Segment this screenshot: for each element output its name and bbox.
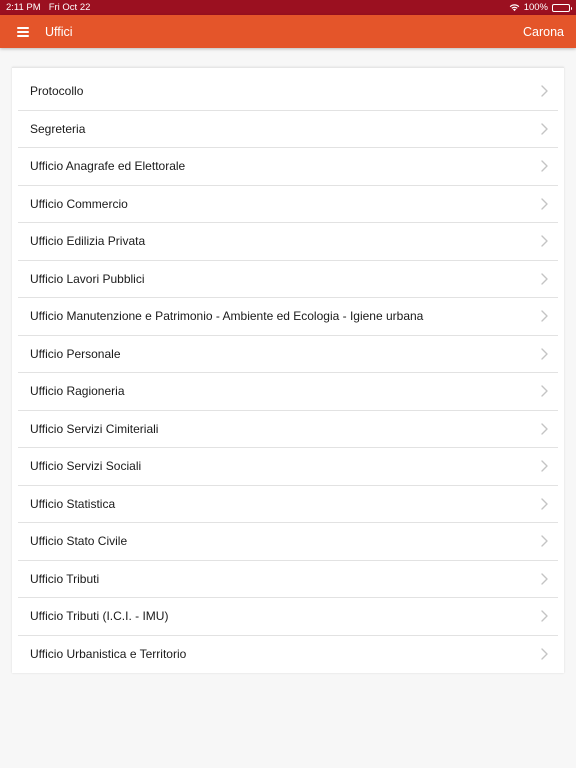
list-item-label: Ufficio Stato Civile bbox=[30, 534, 128, 549]
list-item-label: Ufficio Manutenzione e Patrimonio - Ambi… bbox=[30, 309, 424, 324]
chevron-right-icon bbox=[541, 348, 548, 360]
status-date: Fri Oct 22 bbox=[48, 2, 91, 13]
list-item[interactable]: Ufficio Tributi bbox=[18, 561, 558, 598]
chevron-right-icon bbox=[541, 198, 548, 210]
list-item[interactable]: Ufficio Anagrafe ed Elettorale bbox=[18, 148, 558, 186]
chevron-right-icon bbox=[541, 160, 548, 172]
chevron-right-icon bbox=[541, 610, 548, 622]
list-item-label: Ufficio Lavori Pubblici bbox=[30, 271, 145, 286]
list-item[interactable]: Ufficio Manutenzione e Patrimonio - Ambi… bbox=[18, 298, 558, 336]
list-item-label: Ufficio Anagrafe ed Elettorale bbox=[30, 159, 186, 174]
page-title: Uffici bbox=[45, 24, 73, 39]
list-item-label: Ufficio Personale bbox=[30, 346, 121, 361]
chevron-right-icon bbox=[541, 648, 548, 660]
chevron-right-icon bbox=[541, 85, 548, 97]
list-item[interactable]: Ufficio Ragioneria bbox=[18, 373, 558, 411]
status-bar: 2:11 PM Fri Oct 22 100% bbox=[0, 0, 576, 15]
chevron-right-icon bbox=[541, 310, 548, 322]
list-item-label: Ufficio Urbanistica e Territorio bbox=[30, 647, 187, 662]
list-item[interactable]: Ufficio Commercio bbox=[18, 186, 558, 223]
list-item-label: Ufficio Ragioneria bbox=[30, 384, 125, 399]
app-bar: Uffici Carona bbox=[0, 15, 576, 48]
list-item[interactable]: Ufficio Statistica bbox=[18, 486, 558, 523]
chevron-right-icon bbox=[541, 460, 548, 472]
list-item[interactable]: Ufficio Lavori Pubblici bbox=[18, 261, 558, 298]
list-item[interactable]: Ufficio Tributi (I.C.I. - IMU) bbox=[18, 598, 558, 636]
list-item[interactable]: Ufficio Personale bbox=[18, 336, 558, 373]
list-item[interactable]: Ufficio Servizi Cimiteriali bbox=[18, 411, 558, 448]
list-item-label: Protocollo bbox=[30, 84, 84, 99]
list-item-label: Segreteria bbox=[30, 121, 86, 136]
chevron-right-icon bbox=[541, 535, 548, 547]
status-time: 2:11 PM bbox=[6, 2, 41, 13]
battery-percentage: 100% bbox=[523, 2, 548, 13]
list-item[interactable]: Ufficio Stato Civile bbox=[18, 523, 558, 561]
offices-list: Protocollo Segreteria Ufficio Anagrafe ed … bbox=[12, 67, 564, 673]
list-item[interactable]: Ufficio Urbanistica e Territorio bbox=[18, 636, 558, 674]
list-item[interactable]: Protocollo bbox=[18, 73, 558, 111]
list-item-label: Ufficio Servizi Cimiteriali bbox=[30, 421, 159, 436]
list-item[interactable]: Ufficio Servizi Sociali bbox=[18, 448, 558, 486]
chevron-right-icon bbox=[541, 235, 548, 247]
chevron-right-icon bbox=[541, 385, 548, 397]
list-item-label: Ufficio Servizi Sociali bbox=[30, 459, 142, 474]
location-button[interactable]: Carona bbox=[523, 25, 564, 39]
chevron-right-icon bbox=[541, 123, 548, 135]
list-item-label: Ufficio Commercio bbox=[30, 196, 128, 211]
chevron-right-icon bbox=[541, 423, 548, 435]
list-item[interactable]: Ufficio Edilizia Privata bbox=[18, 223, 558, 261]
list-item-label: Ufficio Statistica bbox=[30, 496, 116, 511]
chevron-right-icon bbox=[541, 573, 548, 585]
hamburger-menu-icon[interactable] bbox=[17, 26, 29, 37]
list-item[interactable]: Segreteria bbox=[18, 111, 558, 148]
wifi-icon bbox=[509, 4, 519, 12]
chevron-right-icon bbox=[541, 273, 548, 285]
list-item-label: Ufficio Tributi bbox=[30, 571, 100, 586]
battery-icon bbox=[552, 3, 572, 12]
chevron-right-icon bbox=[541, 498, 548, 510]
list-item-label: Ufficio Edilizia Privata bbox=[30, 234, 146, 249]
list-item-label: Ufficio Tributi (I.C.I. - IMU) bbox=[30, 609, 169, 624]
